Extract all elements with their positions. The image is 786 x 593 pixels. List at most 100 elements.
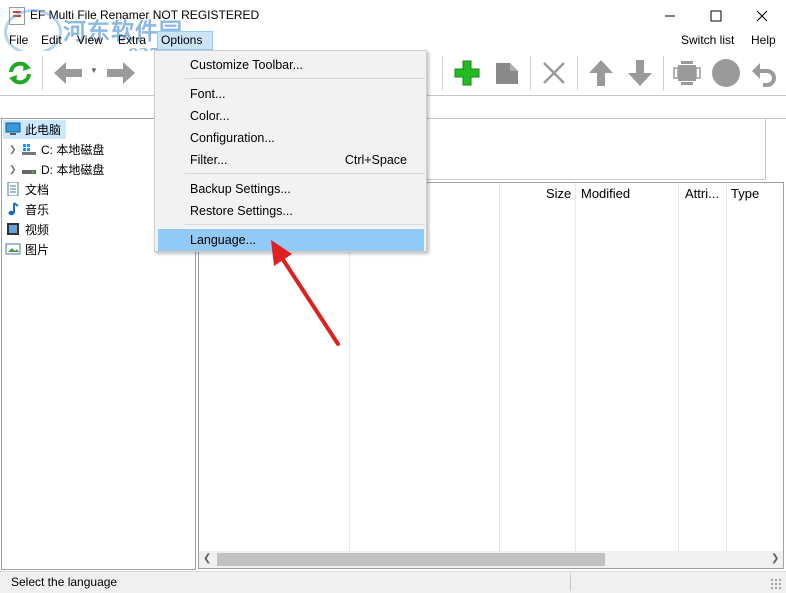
add-button[interactable] bbox=[449, 55, 485, 91]
undo-icon bbox=[752, 63, 776, 87]
drive-c-icon bbox=[21, 142, 37, 156]
tree-item-label: 图片 bbox=[25, 242, 50, 257]
expand-chevron-icon[interactable]: ❯ bbox=[9, 144, 21, 155]
music-icon bbox=[5, 202, 21, 216]
video-icon bbox=[5, 222, 21, 236]
tree-item-label: D: 本地磁盘 bbox=[41, 162, 105, 177]
menu-edit[interactable]: Edit bbox=[41, 33, 62, 47]
menu-item-label: Filter... bbox=[190, 153, 228, 167]
tree-item-this-pc[interactable]: 此电脑 bbox=[5, 119, 61, 139]
column-divider bbox=[575, 183, 576, 551]
tree-item-documents[interactable]: 文档 bbox=[5, 179, 49, 199]
circle-button[interactable] bbox=[708, 55, 744, 91]
menu-item-label: Language... bbox=[190, 233, 257, 247]
status-bar bbox=[0, 571, 786, 593]
menu-item-label: Configuration... bbox=[190, 131, 275, 145]
tree-item-drive-c[interactable]: ❯ C: 本地磁盘 bbox=[9, 139, 104, 159]
menu-item-label: Backup Settings... bbox=[190, 182, 291, 196]
minimize-button[interactable] bbox=[647, 0, 693, 31]
resize-grip-icon[interactable] bbox=[770, 578, 782, 590]
forward-icon bbox=[107, 62, 135, 84]
move-down-button[interactable] bbox=[622, 55, 658, 91]
menu-item-configuration[interactable]: Configuration... bbox=[156, 127, 425, 148]
menu-view[interactable]: View bbox=[77, 33, 103, 47]
column-divider bbox=[678, 183, 679, 551]
menu-options[interactable]: Options bbox=[161, 33, 202, 47]
minimize-icon bbox=[665, 15, 675, 16]
toolbar-separator bbox=[577, 56, 578, 90]
expand-chevron-icon[interactable]: ❯ bbox=[9, 164, 21, 175]
tree-item-label: 音乐 bbox=[25, 202, 50, 217]
pictures-icon bbox=[5, 242, 21, 256]
back-button[interactable] bbox=[50, 55, 86, 91]
maximize-button[interactable] bbox=[693, 0, 739, 31]
tree-item-video[interactable]: 视频 bbox=[5, 219, 49, 239]
filmstrip-button[interactable] bbox=[669, 55, 705, 91]
status-separator bbox=[570, 573, 571, 591]
scroll-left-icon[interactable]: ❮ bbox=[203, 553, 211, 564]
menu-item-customize-toolbar[interactable]: Customize Toolbar... bbox=[156, 54, 425, 75]
toolbar-separator bbox=[42, 56, 43, 90]
column-divider bbox=[726, 183, 727, 551]
delete-icon bbox=[543, 62, 565, 84]
menu-item-shortcut: Ctrl+Space bbox=[344, 153, 407, 167]
documents-icon bbox=[5, 181, 21, 197]
menu-item-font[interactable]: Font... bbox=[156, 83, 425, 104]
menu-item-label: Restore Settings... bbox=[190, 204, 293, 218]
menu-item-filter[interactable]: Filter... Ctrl+Space bbox=[156, 149, 425, 170]
menu-help[interactable]: Help bbox=[751, 33, 776, 47]
tree-item-drive-d[interactable]: ❯ D: 本地磁盘 bbox=[9, 159, 104, 179]
tree-item-label: 文档 bbox=[25, 182, 50, 197]
close-icon bbox=[756, 10, 768, 21]
status-text: Select the language bbox=[11, 575, 118, 589]
menu-extra[interactable]: Extra bbox=[118, 33, 146, 47]
scrollbar-thumb[interactable] bbox=[217, 553, 605, 566]
back-icon bbox=[54, 62, 82, 84]
menu-item-label: Color... bbox=[190, 109, 230, 123]
filmstrip-icon bbox=[673, 61, 701, 85]
toolbar-separator bbox=[663, 56, 664, 90]
move-up-icon bbox=[589, 60, 613, 86]
close-button[interactable] bbox=[739, 0, 785, 31]
toolbar-separator bbox=[530, 56, 531, 90]
menu-item-backup-settings[interactable]: Backup Settings... bbox=[156, 178, 425, 199]
menu-separator bbox=[185, 78, 425, 79]
delete-button[interactable] bbox=[536, 55, 572, 91]
drive-d-icon bbox=[21, 162, 37, 176]
column-header-size[interactable]: Size bbox=[546, 186, 571, 201]
menu-item-label: Customize Toolbar... bbox=[190, 58, 304, 72]
undo-button[interactable] bbox=[746, 55, 782, 91]
refresh-button[interactable] bbox=[2, 55, 38, 91]
column-header-modified[interactable]: Modified bbox=[581, 186, 630, 201]
menu-file[interactable]: File bbox=[9, 33, 28, 47]
tree-item-pictures[interactable]: 图片 bbox=[5, 239, 49, 259]
toolbar-separator bbox=[442, 56, 443, 90]
circle-icon bbox=[712, 59, 740, 87]
maximize-icon bbox=[710, 10, 722, 21]
menu-item-label: Font... bbox=[190, 87, 226, 101]
tree-item-label: 此电脑 bbox=[25, 122, 62, 137]
move-down-icon bbox=[628, 60, 652, 86]
menu-switch-list[interactable]: Switch list bbox=[681, 33, 734, 47]
menu-separator bbox=[185, 173, 425, 174]
options-dropdown-menu: Customize Toolbar... Font... Color... Co… bbox=[154, 50, 427, 252]
refresh-icon bbox=[9, 61, 31, 85]
add-icon bbox=[454, 60, 480, 86]
move-up-button[interactable] bbox=[583, 55, 619, 91]
edit-icon bbox=[496, 63, 518, 84]
computer-icon bbox=[5, 122, 21, 136]
menu-separator bbox=[185, 224, 425, 225]
tree-item-label: 视频 bbox=[25, 222, 50, 237]
menu-item-color[interactable]: Color... bbox=[156, 105, 425, 126]
forward-button[interactable] bbox=[103, 55, 139, 91]
tree-item-label: C: 本地磁盘 bbox=[41, 142, 105, 157]
column-header-attributes[interactable]: Attri... bbox=[685, 186, 719, 201]
menu-item-restore-settings[interactable]: Restore Settings... bbox=[156, 200, 425, 221]
edit-button[interactable] bbox=[489, 55, 525, 91]
annotation-arrow-icon bbox=[271, 240, 340, 346]
back-dropdown-icon[interactable]: ▼ bbox=[90, 66, 98, 75]
scroll-right-icon[interactable]: ❯ bbox=[771, 553, 779, 564]
column-header-type[interactable]: Type bbox=[731, 186, 759, 201]
column-divider bbox=[499, 183, 500, 551]
tree-item-music[interactable]: 音乐 bbox=[5, 199, 49, 219]
